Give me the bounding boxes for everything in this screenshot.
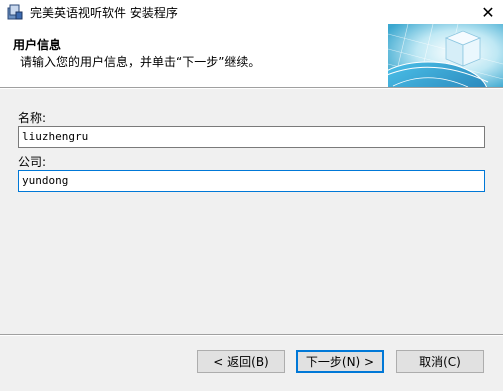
close-button[interactable]: ✕ xyxy=(473,0,503,24)
footer-divider xyxy=(0,334,503,336)
company-field[interactable]: yundong xyxy=(18,170,485,192)
page-subtitle: 请输入您的用户信息，并单击“下一步”继续。 xyxy=(20,55,261,69)
name-field[interactable]: liuzhengru xyxy=(18,126,485,148)
cancel-button[interactable]: 取消(C) xyxy=(396,350,484,373)
page-title: 用户信息 xyxy=(13,38,62,52)
header-divider xyxy=(0,87,503,89)
window-title: 完美英语视听软件 安装程序 xyxy=(30,5,178,20)
close-icon: ✕ xyxy=(481,2,495,22)
next-button[interactable]: 下一步(N) > xyxy=(296,350,384,373)
name-label: 名称: xyxy=(18,111,47,125)
title-bar: 完美英语视听软件 安装程序 ✕ xyxy=(0,0,503,24)
company-label: 公司: xyxy=(18,155,47,169)
globe-cube-graphic xyxy=(388,24,503,87)
wizard-header: 用户信息 请输入您的用户信息，并单击“下一步”继续。 xyxy=(0,24,503,87)
back-button[interactable]: < 返回(B) xyxy=(197,350,285,373)
installer-icon xyxy=(6,3,24,21)
